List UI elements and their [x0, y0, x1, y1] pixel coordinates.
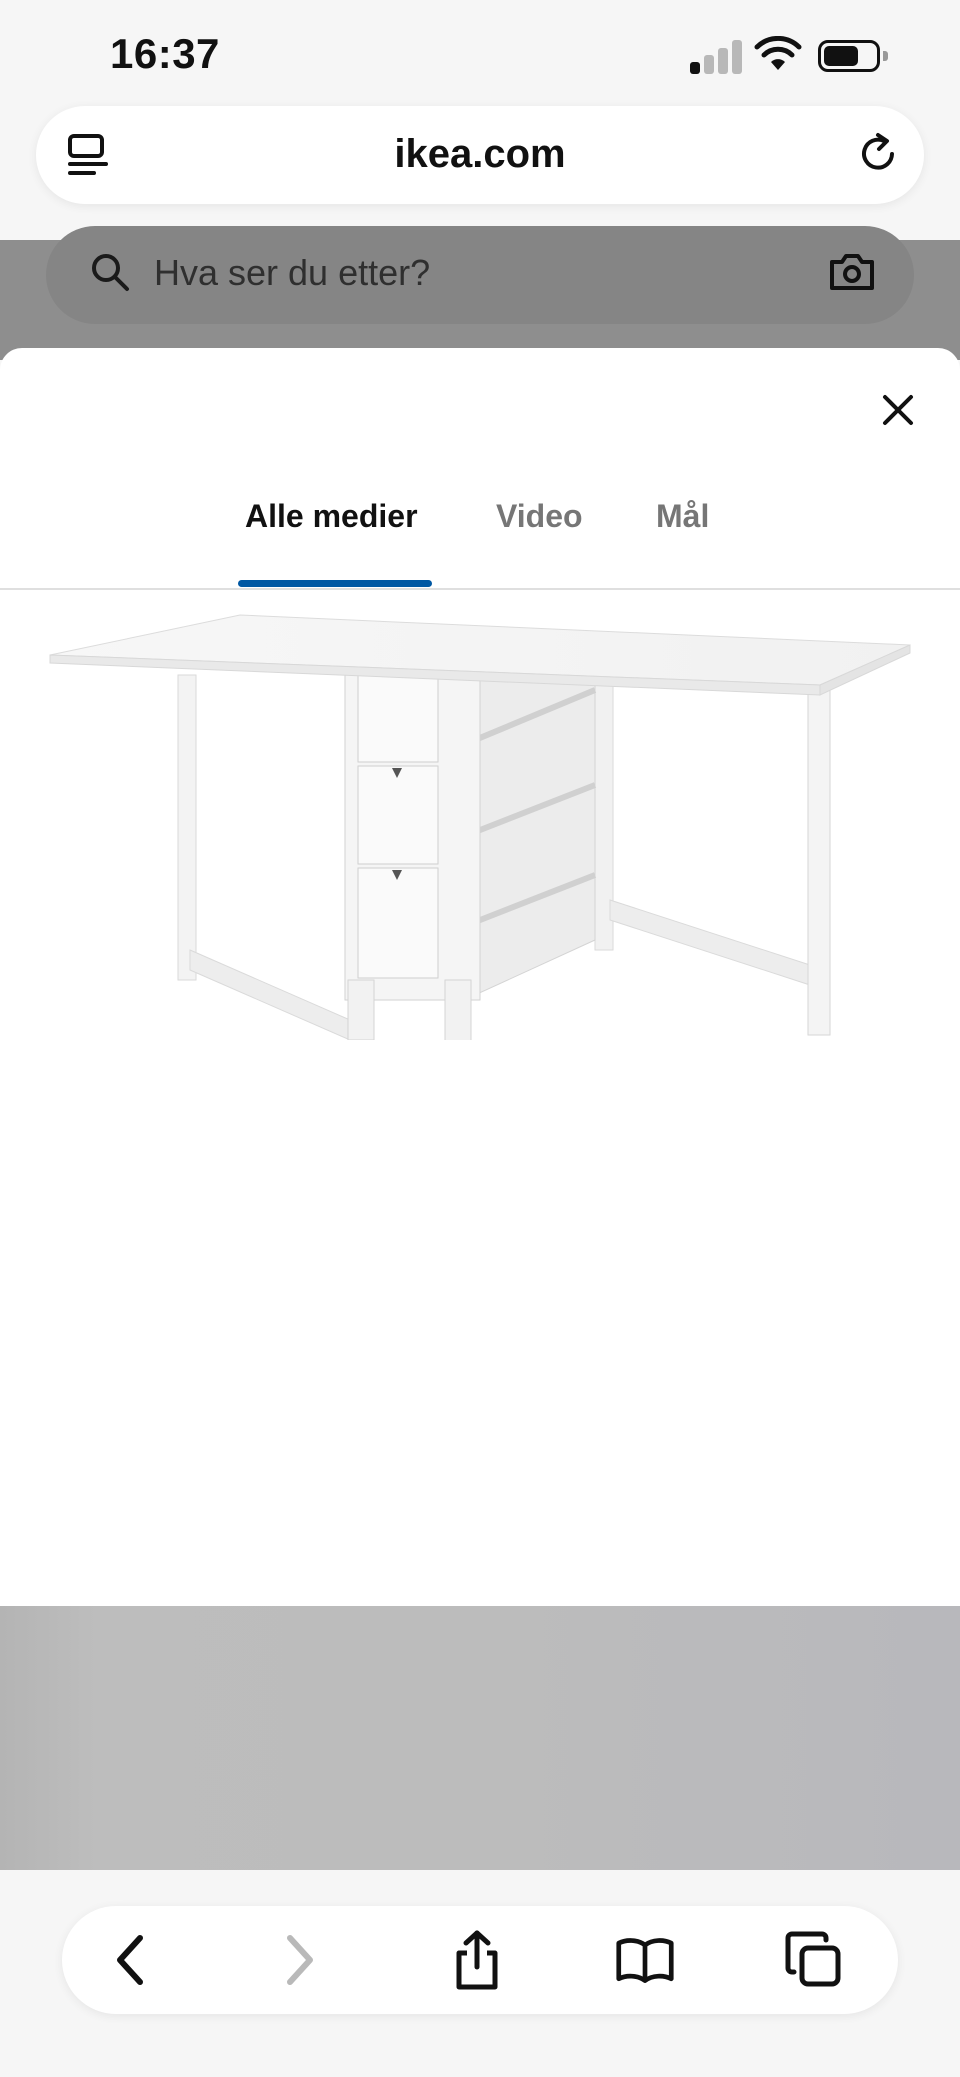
address-bar[interactable]: ikea.com	[36, 106, 924, 204]
tab-video[interactable]: Video	[496, 498, 583, 535]
browser-toolbar	[0, 1870, 960, 2077]
forward-icon[interactable]	[280, 1934, 320, 1986]
search-icon	[92, 254, 129, 291]
tabs-icon[interactable]	[784, 1930, 844, 1990]
search-field: Hva ser du etter?	[46, 226, 914, 324]
back-button[interactable]	[100, 1930, 160, 1990]
share-icon[interactable]	[451, 1929, 503, 1991]
tab-dimensions[interactable]: Mål	[656, 498, 709, 535]
back-icon[interactable]	[110, 1934, 150, 1986]
toolbar-pill	[62, 1906, 898, 2014]
forward-button[interactable]	[270, 1930, 330, 1990]
camera-icon	[830, 254, 874, 290]
close-button[interactable]	[870, 382, 926, 438]
search-placeholder: Hva ser du etter?	[154, 252, 431, 293]
tab-all-media[interactable]: Alle medier	[245, 498, 418, 535]
bookmarks-icon[interactable]	[615, 1934, 675, 1986]
page-overlay-bottom	[0, 1606, 960, 1870]
bookmarks-button[interactable]	[615, 1930, 675, 1990]
status-time: 16:37	[110, 30, 220, 77]
share-button[interactable]	[447, 1930, 507, 1990]
url-text[interactable]: ikea.com	[36, 132, 924, 177]
status-bar: 16:37	[0, 0, 960, 110]
reload-icon[interactable]	[854, 130, 902, 178]
battery-icon	[818, 40, 888, 72]
product-image[interactable]	[40, 560, 920, 1040]
cellular-signal-icon	[690, 40, 742, 74]
tabs-button[interactable]	[784, 1930, 844, 1990]
close-icon[interactable]	[881, 393, 915, 427]
browser-page: 16:37 ikea.com Hva ser du etter? Alle me…	[0, 0, 960, 2077]
wifi-icon	[754, 36, 802, 70]
